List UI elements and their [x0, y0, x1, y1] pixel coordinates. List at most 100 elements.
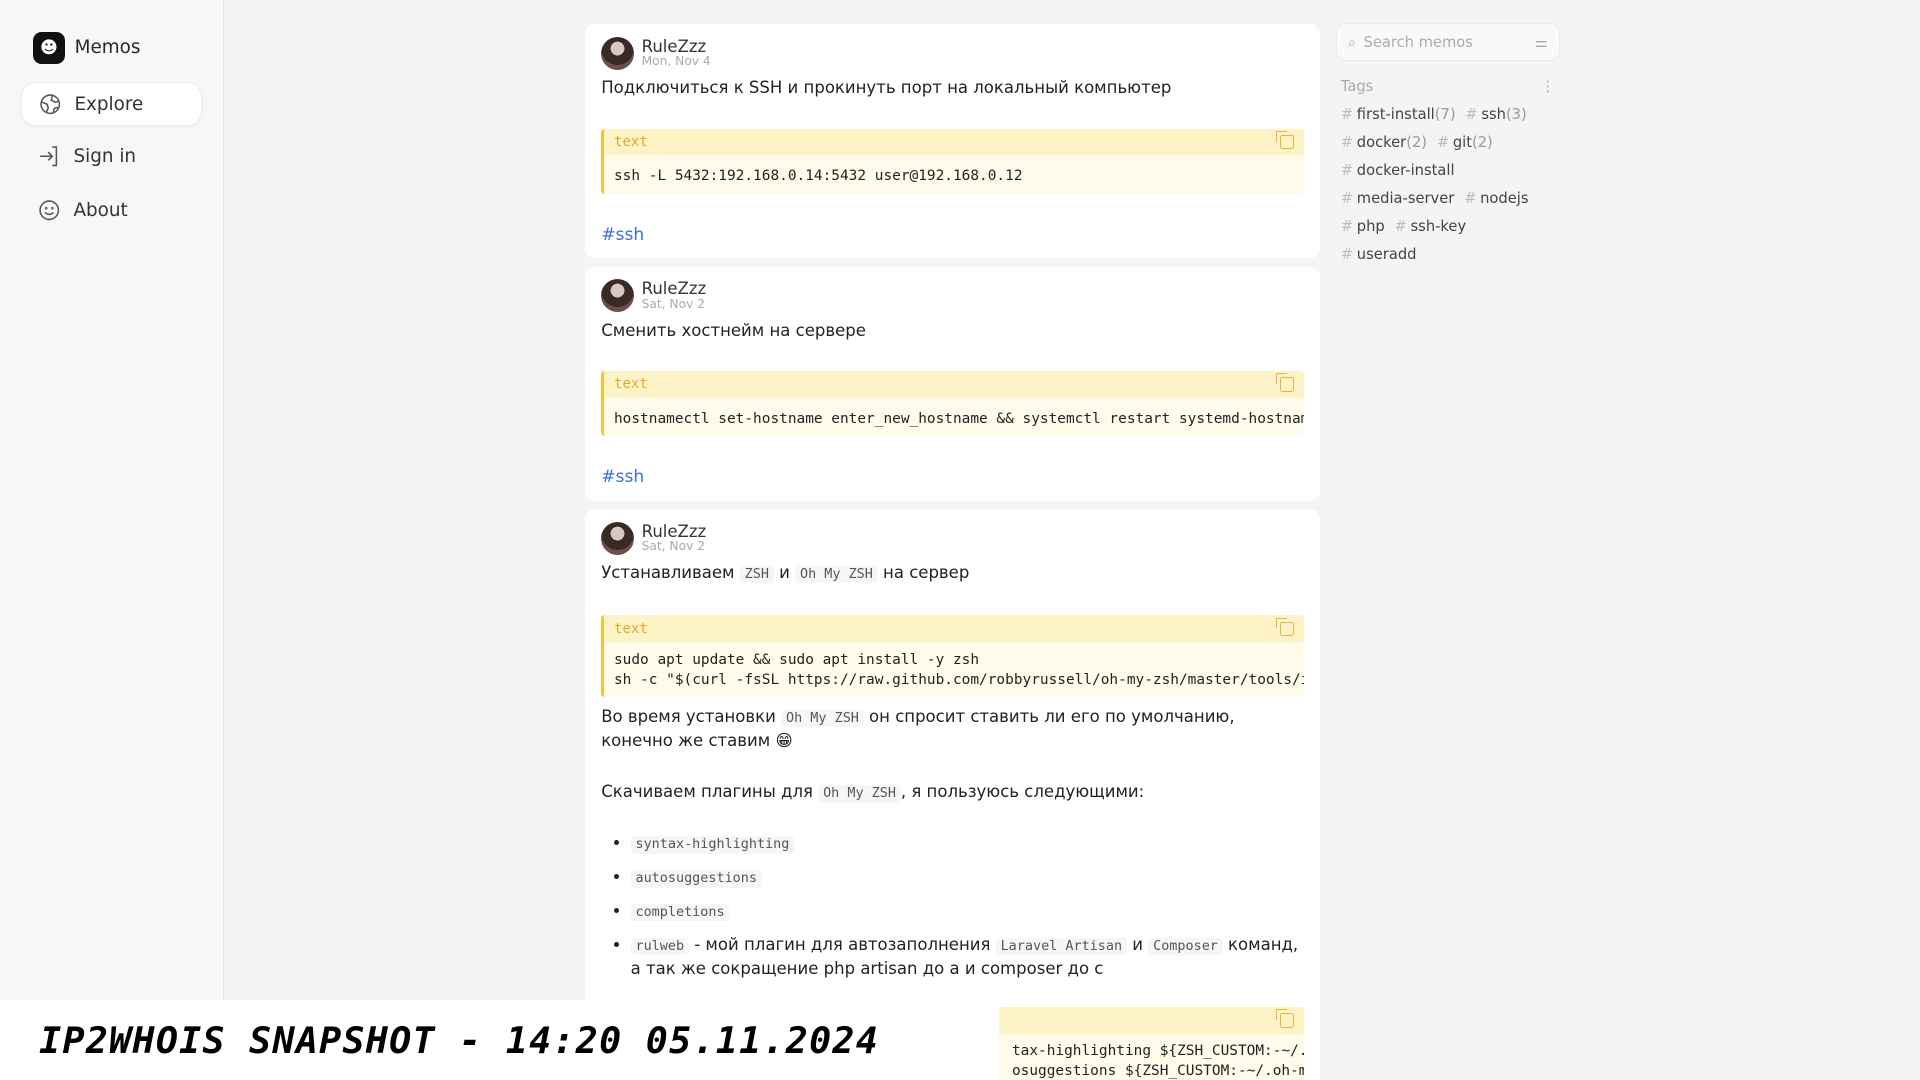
text: и	[1126, 934, 1149, 954]
smile-icon	[39, 200, 59, 221]
tag-item[interactable]: # first-install(7)	[1341, 103, 1456, 127]
hash-icon: #	[1464, 190, 1477, 208]
plugin-list: syntax-highlighting autosuggestions comp…	[601, 832, 1304, 980]
filter-icon[interactable]: ⚌	[1535, 34, 1548, 51]
hash-icon: #	[1340, 246, 1354, 264]
tag-item[interactable]: # ssh-key	[1395, 215, 1467, 239]
copy-icon[interactable]	[1275, 373, 1295, 392]
hash-icon: #	[1340, 105, 1354, 123]
inline-code: syntax-highlighting	[630, 836, 795, 854]
sidebar-item-sign-in[interactable]: Sign in	[21, 135, 202, 179]
sidebar: ☻ Memos Explore Sign in About	[0, 0, 225, 1080]
memo-author[interactable]: RuleZzz	[642, 38, 711, 55]
inline-code: ZSH	[739, 565, 774, 584]
code-block: text ssh -L 5432:192.168.0.14:5432 user@1…	[601, 128, 1305, 195]
hash-icon: #	[1340, 162, 1354, 179]
globe-icon	[40, 94, 60, 115]
tag-count: (2)	[1471, 133, 1493, 151]
code-language: text	[613, 376, 648, 393]
sidebar-item-label: Explore	[74, 93, 144, 115]
memo-author[interactable]: RuleZzz	[642, 523, 707, 540]
tag-list: # first-install(7) # ssh(3) # docker(2) # git(2…	[1336, 103, 1556, 268]
text: Во время установки	[601, 707, 782, 727]
tag-name: git	[1452, 133, 1472, 151]
hash-icon: #	[1340, 218, 1354, 236]
tag-item[interactable]: # docker(2)	[1341, 131, 1427, 155]
text: , я пользуюсь следующими:	[900, 782, 1145, 802]
avatar[interactable]	[601, 36, 635, 70]
tag-count: (7)	[1434, 105, 1456, 123]
sidebar-item-about[interactable]: About	[21, 189, 202, 233]
search-input[interactable]: ⌕ Search memos ⚌	[1335, 23, 1560, 62]
inline-code: Oh My ZSH	[818, 785, 901, 803]
copy-icon[interactable]	[1275, 1009, 1295, 1028]
tag-name: nodejs	[1480, 190, 1529, 208]
tag-name: docker-install	[1356, 162, 1455, 179]
tag-name: ssh-key	[1410, 218, 1467, 236]
memo-text: Сменить хостнейм на сервере	[601, 320, 866, 340]
tag-name: first-install	[1356, 105, 1435, 123]
hash-icon: #	[1436, 133, 1450, 151]
hash-icon: #	[1340, 133, 1354, 151]
tag-item[interactable]: # nodejs	[1464, 187, 1528, 211]
tag-name: ssh	[1481, 105, 1506, 123]
watermark: IP2WHOIS SNAPSHOT - 14:20 05.11.2024	[0, 1000, 1000, 1080]
code-language: text	[613, 134, 648, 150]
code-content: sudo apt update && sudo apt install -y z…	[613, 651, 1305, 688]
avatar[interactable]	[601, 521, 635, 555]
brand[interactable]: ☻ Memos	[33, 31, 141, 64]
memo-tag[interactable]: #ssh	[601, 225, 1304, 245]
tag-item[interactable]: # git(2)	[1437, 131, 1493, 155]
text: - мой плагин для автозаполнения	[688, 934, 996, 954]
brand-name: Memos	[74, 37, 141, 59]
list-item: completions	[630, 900, 1305, 924]
code-block: text sudo apt update && sudo apt install …	[601, 615, 1305, 698]
inline-code: rulweb	[630, 937, 689, 956]
memo-card: RuleZzz Mon, Nov 4 Подключиться к SSH и п…	[585, 24, 1320, 259]
search-placeholder: Search memos	[1363, 33, 1473, 51]
tag-item[interactable]: # ssh(3)	[1465, 103, 1526, 127]
hash-icon: #	[1465, 105, 1478, 123]
memo-text: Во время установки Oh My ZSH он спросит …	[601, 706, 1304, 752]
tag-name: php	[1356, 218, 1385, 236]
memo-date: Sat, Nov 2	[641, 538, 705, 553]
search-icon: ⌕	[1347, 33, 1357, 51]
memo-text: Подключиться к SSH и прокинуть порт на л…	[601, 78, 1172, 98]
memo-date: Sat, Nov 2	[641, 296, 705, 311]
memo-tag[interactable]: #ssh	[601, 467, 1304, 487]
memo-date: Mon, Nov 4	[641, 54, 711, 69]
copy-icon[interactable]	[1275, 130, 1295, 150]
text: и	[773, 563, 796, 582]
inline-code: Oh My ZSH	[781, 709, 864, 728]
inline-code: Laravel Artisan	[995, 937, 1127, 956]
tag-item[interactable]: # docker-install	[1341, 159, 1455, 183]
tag-count: (3)	[1505, 105, 1527, 123]
memo-card: RuleZzz Sat, Nov 2 Устанавливаем ZSH и Oh…	[585, 509, 1320, 1080]
tag-item[interactable]: # useradd	[1341, 243, 1417, 267]
memo-card: RuleZzz Sat, Nov 2 Сменить хостнейм на се…	[585, 266, 1320, 501]
sign-in-icon	[39, 146, 57, 167]
text: Устанавливаем	[601, 563, 740, 582]
memo-text: Устанавливаем ZSH и Oh My ZSH на сервер	[601, 562, 1304, 586]
code-content: ssh -L 5432:192.168.0.14:5432 user@192.1…	[613, 168, 1023, 185]
sidebar-item-label: About	[73, 200, 128, 222]
memos-logo-icon: ☻	[33, 31, 65, 64]
code-content: hostnamectl set-hostname enter_new_hostn…	[613, 410, 1305, 427]
tag-item[interactable]: # media-server	[1341, 187, 1455, 211]
sidebar-item-explore[interactable]: Explore	[20, 82, 203, 127]
hash-icon: #	[1394, 218, 1407, 236]
memo-author[interactable]: RuleZzz	[642, 280, 707, 297]
right-panel: ⌕ Search memos ⚌ Tags ⋮ # first-install(7) # s…	[1335, 23, 1560, 268]
list-item: syntax-highlighting	[630, 832, 1305, 856]
tag-item[interactable]: # php	[1341, 215, 1385, 239]
tags-header: Tags	[1340, 78, 1374, 96]
tag-count: (2)	[1406, 133, 1428, 151]
tag-name: docker	[1356, 133, 1407, 151]
list-item: autosuggestions	[630, 866, 1305, 890]
avatar[interactable]	[601, 279, 635, 313]
more-options-icon[interactable]: ⋮	[1540, 78, 1555, 95]
text: Скачиваем плагины для	[601, 782, 819, 802]
tag-name: media-server	[1356, 190, 1455, 208]
copy-icon[interactable]	[1275, 617, 1295, 637]
memo-text: Скачиваем плагины для Oh My ZSH, я польз…	[601, 781, 1304, 805]
